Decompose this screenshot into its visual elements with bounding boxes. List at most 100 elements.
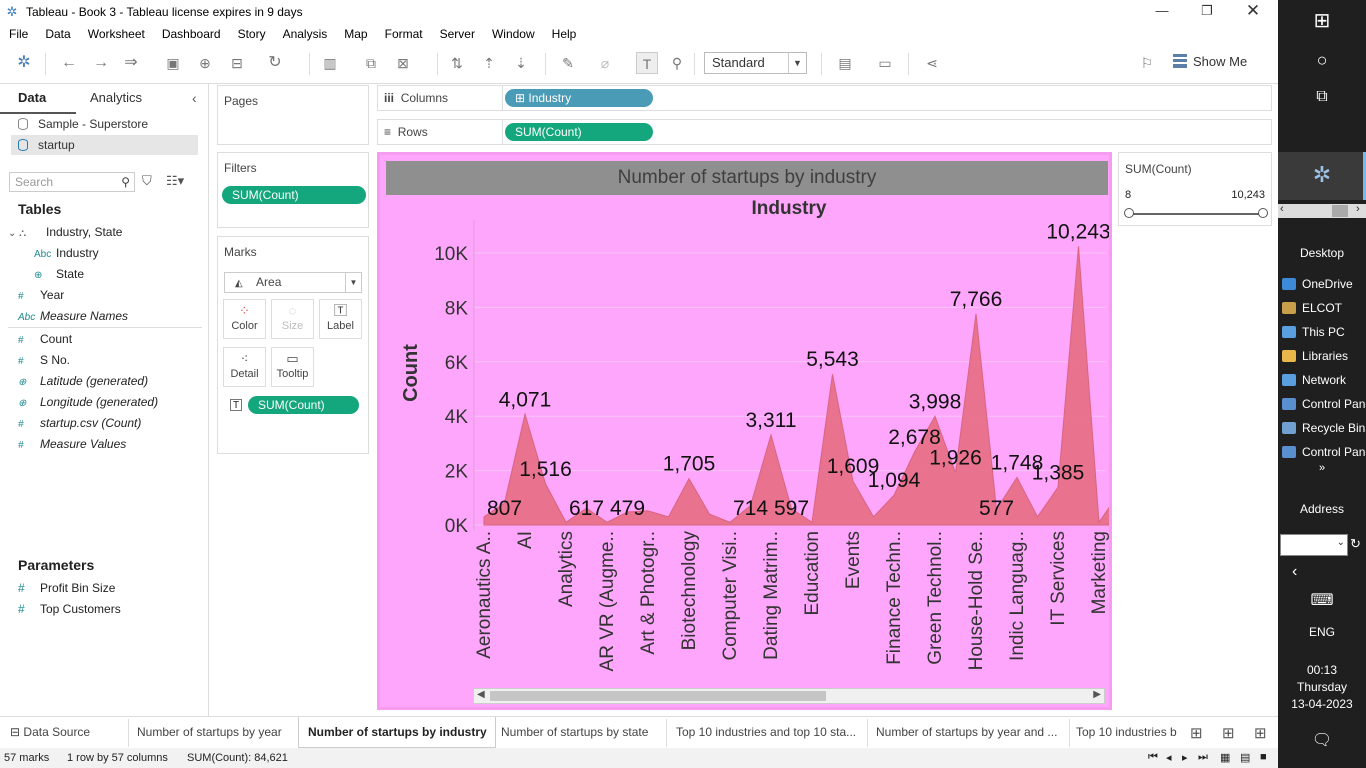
task-view-icon[interactable]: ⧉ [1278, 88, 1366, 106]
minimize-button[interactable]: — [1139, 0, 1185, 23]
tab-sheet[interactable]: Number of startups by year [137, 725, 282, 739]
tab-sheet[interactable]: Number of startups by state [501, 725, 648, 739]
cortana-icon[interactable]: ○ [1278, 50, 1366, 71]
field-item[interactable]: Abc Measure Names [18, 306, 128, 326]
sort-descending-icon[interactable]: ⇣ [510, 52, 532, 74]
toolbar-scrollbar[interactable] [1278, 204, 1366, 218]
menu-help[interactable]: Help [543, 27, 585, 41]
new-story-icon[interactable]: ⊞ [1254, 724, 1267, 742]
menu-story[interactable]: Story [229, 27, 274, 41]
filter-icon[interactable]: ⛉ [142, 173, 152, 189]
filters-card[interactable]: Filters SUM(Count) [217, 152, 369, 228]
last-sheet-icon[interactable]: ⏭ [1198, 751, 1208, 764]
show-filmstrip-icon[interactable]: ▦ [1220, 751, 1230, 764]
menu-window[interactable]: Window [483, 27, 543, 41]
save-icon[interactable]: ▣ [162, 52, 184, 74]
size-button[interactable]: ◌ Size [271, 299, 314, 339]
show-me-button[interactable]: Show Me [1173, 54, 1247, 69]
parameter-item[interactable]: # Top Customers [18, 599, 121, 619]
fit-mode-select[interactable]: Standard ▼ [704, 52, 807, 74]
menu-server[interactable]: Server [431, 27, 483, 41]
keyboard-icon[interactable]: ⌨ [1278, 590, 1366, 610]
show-sorter-icon[interactable]: ▤ [1240, 751, 1250, 764]
field-item[interactable]: Abc Industry [34, 243, 99, 263]
menu-format[interactable]: Format [376, 27, 431, 41]
rows-pill[interactable]: SUM(Count) [505, 123, 653, 141]
scroll-right-icon[interactable]: ▶ [1093, 689, 1101, 700]
detail-button[interactable]: ⁖ Detail [223, 347, 266, 387]
field-item[interactable]: ⊕ State [34, 264, 84, 284]
redo-icon[interactable]: → [90, 52, 112, 74]
tab-analytics[interactable]: Analytics [90, 90, 142, 105]
tableau-home-icon[interactable]: ✲ [13, 52, 35, 74]
undo-icon[interactable]: ← [58, 52, 80, 74]
desktop-item[interactable]: Libraries [1282, 349, 1366, 363]
more-chevron-icon[interactable]: » [1278, 462, 1366, 474]
clock-date[interactable]: 13-04-2023 [1278, 697, 1366, 711]
tab-data-source[interactable]: ⊟ Data Source [10, 725, 90, 739]
windows-start-icon[interactable]: ⊞ [1278, 8, 1366, 33]
menu-data[interactable]: Data [36, 27, 78, 41]
field-item[interactable]: ⌄ ⛬ Industry, State [8, 222, 122, 242]
language-indicator[interactable]: ENG [1278, 625, 1366, 639]
group-members-icon[interactable]: ⌀ [594, 52, 616, 74]
replay-icon[interactable]: ⇒ [120, 52, 142, 74]
field-item[interactable]: # Measure Values [18, 434, 126, 454]
label-button[interactable]: 🅃 Label [319, 299, 362, 339]
address-input[interactable]: ⌄ [1280, 534, 1348, 556]
desktop-item[interactable]: Recycle Bin [1282, 421, 1366, 435]
clear-sheet-icon[interactable]: ⊠ [392, 52, 414, 74]
desktop-item[interactable]: ELCOT [1282, 301, 1366, 315]
scroll-right-icon[interactable]: › [1356, 203, 1360, 215]
scroll-left-icon[interactable]: ‹ [1280, 203, 1284, 215]
pages-card[interactable]: Pages [217, 85, 369, 145]
restore-button[interactable]: ❐ [1184, 0, 1230, 23]
legend-min-handle[interactable] [1124, 208, 1134, 218]
refresh-icon[interactable]: ↻ [264, 52, 286, 74]
prev-sheet-icon[interactable]: ◂ [1166, 751, 1172, 764]
next-sheet-icon[interactable]: ▸ [1182, 751, 1188, 764]
share-icon[interactable]: ⋖ [921, 52, 943, 74]
color-button[interactable]: ⁘ Color [223, 299, 266, 339]
field-item[interactable]: ⊕ Latitude (generated) [18, 371, 148, 391]
new-dashboard-icon[interactable]: ⊞ [1222, 724, 1235, 742]
mark-type-select[interactable]: ◭ Area ▼ [224, 272, 362, 293]
tab-sheet[interactable]: Top 10 industries b [1076, 725, 1177, 739]
format-painter-icon[interactable]: ⚐ [1136, 52, 1158, 74]
highlight-icon[interactable]: ✎ [557, 52, 579, 74]
menu-map[interactable]: Map [335, 27, 375, 41]
menu-dashboard[interactable]: Dashboard [153, 27, 229, 41]
collapse-pane-icon[interactable]: ‹ [192, 90, 197, 106]
tab-sheet[interactable]: Number of startups by year and ... [876, 725, 1057, 739]
field-search-input[interactable]: Search ⚲ [9, 172, 135, 192]
pause-updates-icon[interactable]: ⊟ [226, 52, 248, 74]
field-item[interactable]: # startup.csv (Count) [18, 413, 141, 433]
legend-max-handle[interactable] [1258, 208, 1268, 218]
menu-file[interactable]: File [0, 27, 36, 41]
scroll-thumb[interactable] [490, 691, 826, 701]
desktop-item[interactable]: Control Panel [1282, 445, 1366, 459]
notification-icon[interactable]: 🗨 [1278, 730, 1366, 750]
desktop-item[interactable]: Control Panel [1282, 397, 1366, 411]
first-sheet-icon[interactable]: ⏮ [1148, 751, 1158, 764]
go-refresh-icon[interactable]: ↻ [1350, 536, 1361, 552]
parameter-item[interactable]: # Profit Bin Size [18, 578, 115, 598]
new-worksheet-icon[interactable]: ▥ [319, 52, 341, 74]
field-item[interactable]: ⊕ Longitude (generated) [18, 392, 158, 412]
columns-shelf[interactable]: iii Columns ⊞ Industry [377, 85, 1272, 111]
area-chart[interactable]: Industry Count 0K 2K 4K 6K 8K 10K 807 4,071 1,516 6… [380, 195, 1109, 705]
field-item[interactable]: # Year [18, 285, 64, 305]
marks-label-pill[interactable]: SUM(Count) [248, 396, 359, 414]
datasource-item-active[interactable]: startup [18, 138, 75, 152]
datasource-item[interactable]: Sample - Superstore [18, 117, 148, 131]
sort-ascending-icon[interactable]: ⇡ [478, 52, 500, 74]
presentation-mode-icon[interactable]: ▭ [874, 52, 896, 74]
rows-shelf[interactable]: ≡ Rows SUM(Count) [377, 119, 1272, 145]
field-item[interactable]: # S No. [18, 350, 70, 370]
new-datasource-icon[interactable]: ⊕ [194, 52, 216, 74]
scroll-left-icon[interactable]: ◀ [477, 689, 485, 700]
tab-sheet-active[interactable]: Number of startups by industry [308, 725, 487, 739]
chevron-left-icon[interactable]: ‹ [1292, 563, 1297, 581]
show-mark-labels-icon[interactable]: T [636, 52, 658, 74]
clock-day[interactable]: Thursday [1278, 680, 1366, 694]
